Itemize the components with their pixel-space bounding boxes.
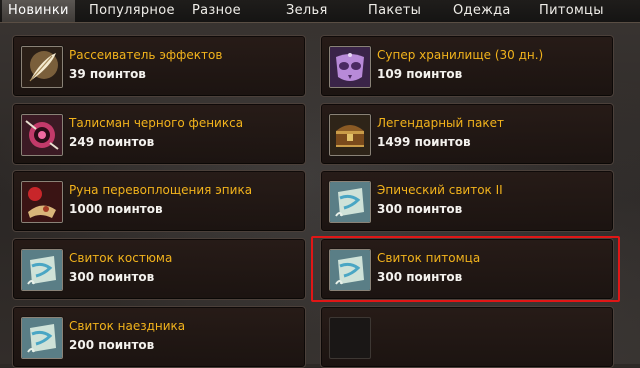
item-price: 1499 поинтов [377, 135, 471, 149]
item-name: Руна перевоплощения эпика [69, 183, 253, 197]
feather-icon [21, 46, 63, 88]
tab-popular[interactable]: Популярное [89, 0, 175, 22]
item-price: 109 поинтов [377, 67, 463, 81]
tab-pets[interactable]: Питомцы [539, 0, 604, 22]
selection-highlight [311, 236, 620, 302]
empty-item-slot [329, 317, 371, 359]
tab-potions[interactable]: Зелья [286, 0, 328, 22]
shop-item-epic-scroll-2[interactable]: Эпический свиток II 300 поинтов [320, 170, 614, 232]
item-price: 300 поинтов [377, 202, 463, 216]
shop-item-epic-rune[interactable]: Руна перевоплощения эпика 1000 поинтов [12, 170, 306, 232]
item-name: Талисман черного феникса [69, 116, 244, 130]
item-price: 39 поинтов [69, 67, 146, 81]
shop-item-legendary-package[interactable]: Легендарный пакет 1499 поинтов [320, 103, 614, 165]
shop-item-super-storage[interactable]: Супер хранилище (30 дн.) 109 поинтов [320, 35, 614, 97]
item-name: Свиток наездника [69, 319, 186, 333]
item-price: 300 поинтов [69, 270, 155, 284]
shop-item-rider-scroll[interactable]: Свиток наездника 200 поинтов [12, 306, 306, 368]
item-price: 1000 поинтов [69, 202, 163, 216]
shop-item-costume-scroll[interactable]: Свиток костюма 300 поинтов [12, 238, 306, 300]
category-tab-bar: Новинки Популярное Разное Зелья Пакеты О… [0, 0, 640, 23]
chest-mask-icon [329, 46, 371, 88]
item-name: Рассеиватель эффектов [69, 48, 223, 62]
scroll-icon [21, 249, 63, 291]
tab-clothing[interactable]: Одежда [453, 0, 511, 22]
item-name: Свиток костюма [69, 251, 173, 265]
shop-item-black-phoenix-talisman[interactable]: Талисман черного феникса 249 поинтов [12, 103, 306, 165]
item-price: 249 поинтов [69, 135, 155, 149]
shop-item-effect-dispeller[interactable]: Рассеиватель эффектов 39 поинтов [12, 35, 306, 97]
item-price: 200 поинтов [69, 338, 155, 352]
rune-icon [21, 181, 63, 223]
treasure-chest-icon [329, 114, 371, 156]
tab-new[interactable]: Новинки [2, 0, 75, 22]
scroll-icon [329, 181, 371, 223]
tab-misc[interactable]: Разное [192, 0, 241, 22]
tab-packages[interactable]: Пакеты [368, 0, 421, 22]
shop-item-empty [320, 306, 614, 368]
item-name: Легендарный пакет [377, 116, 504, 130]
item-name: Эпический свиток II [377, 183, 503, 197]
item-name: Супер хранилище (30 дн.) [377, 48, 544, 62]
talisman-icon [21, 114, 63, 156]
scroll-icon [21, 317, 63, 359]
